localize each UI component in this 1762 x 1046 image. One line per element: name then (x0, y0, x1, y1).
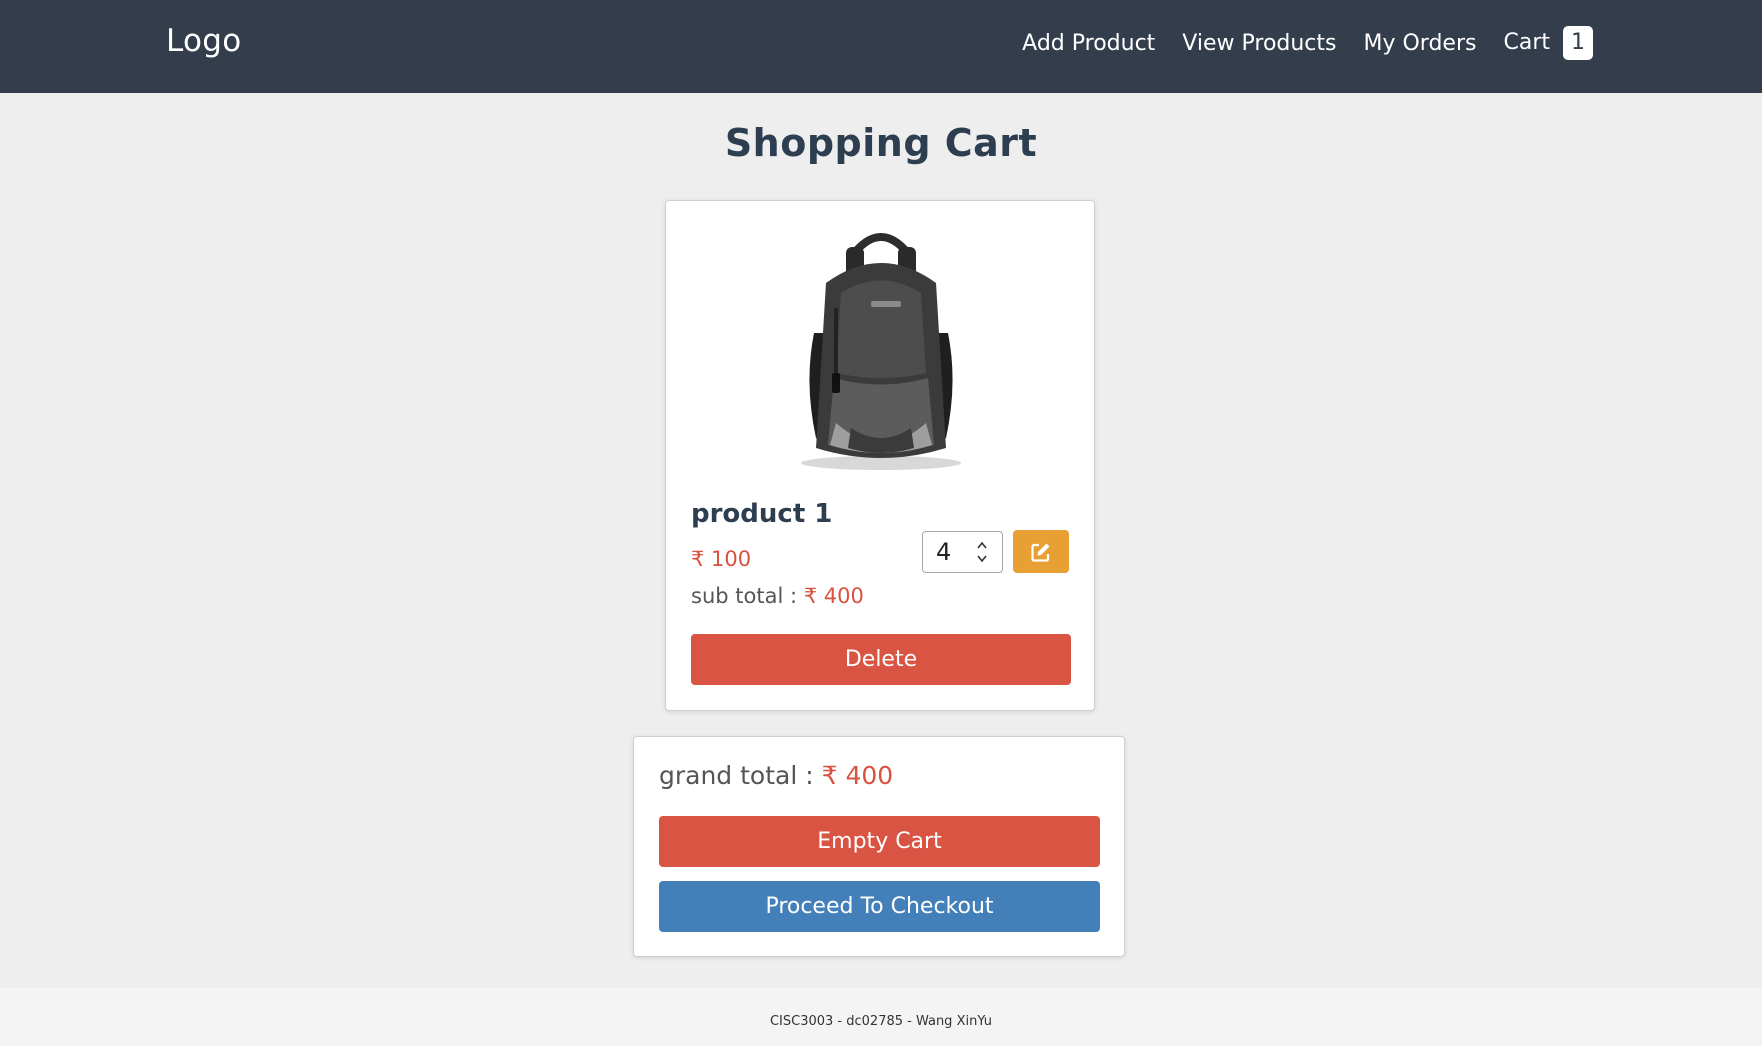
top-navbar: Logo Add Product View Products My Orders… (0, 0, 1762, 93)
grand-total: grand total : ₹ 400 (659, 761, 893, 790)
nav-cart-label: Cart (1503, 30, 1550, 55)
nav-cart[interactable]: Cart 1 (1503, 26, 1593, 60)
page-title: Shopping Cart (724, 121, 1038, 165)
delete-button[interactable]: Delete (691, 634, 1071, 685)
logo[interactable]: Logo (166, 23, 242, 59)
product-price: ₹ 100 (691, 547, 752, 571)
grand-total-value: ₹ 400 (821, 761, 894, 790)
empty-cart-button[interactable]: Empty Cart (659, 816, 1100, 867)
product-name: product 1 (691, 499, 833, 529)
checkout-button[interactable]: Proceed To Checkout (659, 881, 1100, 932)
subtotal: sub total : ₹ 400 (691, 584, 864, 608)
edit-quantity-button[interactable] (1013, 530, 1069, 573)
cart-item-card: product 1 ₹ 100 sub total : ₹ 400 4 Dele… (665, 200, 1095, 711)
nav-view-products[interactable]: View Products (1182, 31, 1336, 56)
spinner-arrows-icon[interactable] (976, 539, 988, 565)
quantity-stepper[interactable]: 4 (922, 531, 1003, 573)
cart-count-badge: 1 (1563, 26, 1593, 60)
cart-summary-card: grand total : ₹ 400 Empty Cart Proceed T… (633, 736, 1125, 957)
grand-total-label: grand total : (659, 761, 814, 790)
subtotal-label: sub total : (691, 584, 798, 608)
nav-add-product[interactable]: Add Product (1022, 31, 1155, 56)
edit-icon (1031, 543, 1050, 562)
footer-text: CISC3003 - dc02785 - Wang XinYu (769, 1014, 993, 1029)
subtotal-value: ₹ 400 (803, 584, 864, 608)
product-image (801, 233, 961, 470)
main-nav: Add Product View Products My Orders Cart… (995, 26, 1593, 60)
nav-my-orders[interactable]: My Orders (1364, 31, 1477, 56)
quantity-value: 4 (936, 538, 952, 566)
footer: CISC3003 - dc02785 - Wang XinYu (0, 988, 1762, 1046)
